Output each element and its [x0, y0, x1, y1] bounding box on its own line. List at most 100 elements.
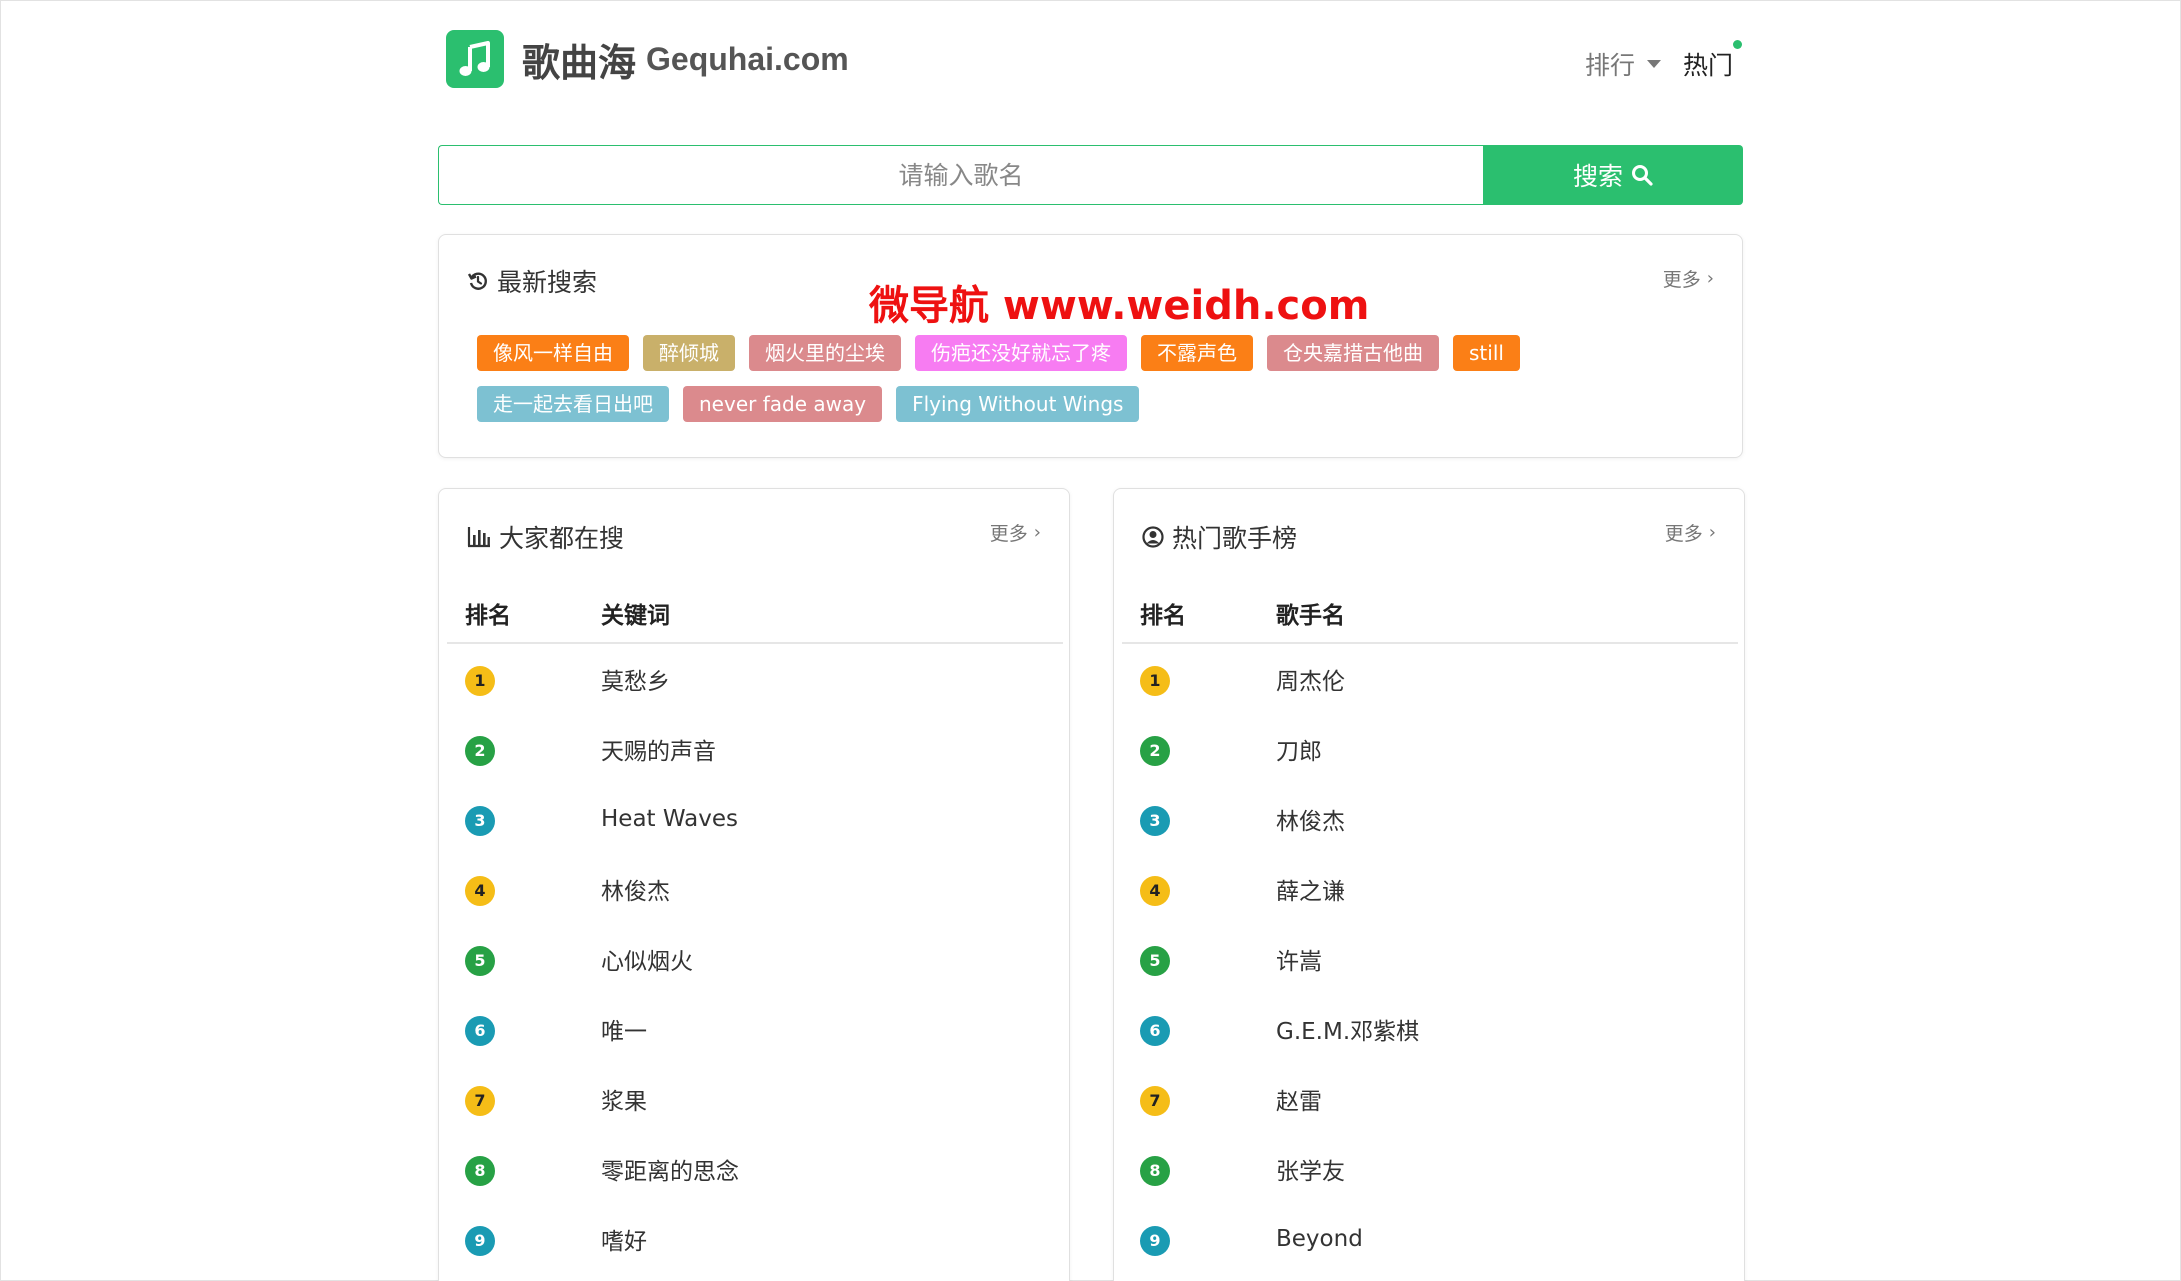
rank-cell: 1: [1122, 662, 1276, 696]
recent-search-tag[interactable]: 仓央嘉措古他曲: [1267, 335, 1439, 371]
singers-more-label: 更多: [1664, 523, 1703, 545]
recent-search-tag[interactable]: 走一起去看日出吧: [477, 386, 669, 422]
table-row: 9 Beyond: [1122, 1204, 1738, 1274]
table-row: 7 浆果: [447, 1064, 1063, 1134]
recent-tag-list: 像风一样自由 醉倾城 烟火里的尘埃 伤疤还没好就忘了疼 不露声色 仓央嘉措古他曲 still…: [477, 335, 1707, 437]
recent-search-tag[interactable]: still: [1453, 335, 1520, 371]
table-row: 9 嗜好: [447, 1204, 1063, 1274]
recent-more-link[interactable]: 更多 ›: [1663, 265, 1714, 292]
table-row: 8 零距离的思念: [447, 1134, 1063, 1204]
recent-search-card: 最新搜索 更多 › 微导航 www.weidh.com 像风一样自由 醉倾城 烟火里…: [438, 234, 1743, 458]
search-input[interactable]: [438, 145, 1483, 205]
table-row: 3 林俊杰: [1122, 784, 1738, 854]
keyword-link[interactable]: Heat Waves: [601, 806, 1063, 832]
rank-badge: 4: [1140, 876, 1170, 906]
caret-down-icon: [1646, 60, 1661, 68]
singer-link[interactable]: G.E.M.邓紫棋: [1276, 1012, 1738, 1046]
column-header-rank: 排名: [465, 603, 511, 629]
rank-badge: 8: [1140, 1156, 1170, 1186]
popular-search-header: 大家都在搜: [467, 519, 624, 555]
watermark-text: 微导航 www.weidh.com: [869, 283, 1370, 329]
rank-cell: 2: [447, 732, 601, 766]
keyword-link[interactable]: 唯一: [601, 1012, 1063, 1046]
site-logo[interactable]: 歌曲海 Gequhai.com: [446, 30, 849, 88]
nav-hot-label: 热门: [1682, 51, 1733, 80]
popular-more-label: 更多: [989, 523, 1028, 545]
rank-cell: 5: [447, 942, 601, 976]
rank-badge: 6: [465, 1016, 495, 1046]
rank-cell: 9: [447, 1222, 601, 1256]
rank-cell: 3: [1122, 802, 1276, 836]
singer-link[interactable]: 林俊杰: [1276, 802, 1738, 836]
recent-search-tag[interactable]: 醉倾城: [643, 335, 735, 371]
hot-singers-card: 热门歌手榜 更多 › 排名 歌手名 1 周杰伦 2 刀郎 3 林俊杰 4 薛之谦 5 许嵩 6 G.E…: [1113, 488, 1745, 1281]
history-icon: [467, 272, 487, 290]
column-header-singer: 歌手名: [1276, 603, 1345, 629]
popular-more-link[interactable]: 更多 ›: [990, 519, 1041, 546]
rank-badge: 1: [465, 666, 495, 696]
keyword-link[interactable]: 林俊杰: [601, 872, 1063, 906]
rank-cell: 9: [1122, 1222, 1276, 1256]
singer-link[interactable]: 刀郎: [1276, 732, 1738, 766]
table-row: 4 薛之谦: [1122, 854, 1738, 924]
table-row: 7 赵雷: [1122, 1064, 1738, 1134]
hot-singers-header: 热门歌手榜: [1142, 519, 1297, 555]
hot-singers-table: 排名 歌手名 1 周杰伦 2 刀郎 3 林俊杰 4 薛之谦 5 许嵩 6 G.E.M.邓紫棋 7 赵雷 8 张…: [1122, 584, 1738, 1274]
table-row: 5 许嵩: [1122, 924, 1738, 994]
rank-cell: 6: [1122, 1012, 1276, 1046]
rank-badge: 2: [1140, 736, 1170, 766]
search-bar: 搜索: [438, 145, 1743, 205]
singer-link[interactable]: 薛之谦: [1276, 872, 1738, 906]
logo-chinese-name: 歌曲海: [522, 40, 637, 85]
table-row: 2 刀郎: [1122, 714, 1738, 784]
bar-chart-icon: [467, 527, 490, 548]
rank-cell: 7: [1122, 1082, 1276, 1116]
site-header: 歌曲海 Gequhai.com 排行 热门: [438, 28, 1743, 88]
table-row: 1 莫愁乡: [447, 644, 1063, 714]
table-row: 3 Heat Waves: [447, 784, 1063, 854]
search-button[interactable]: 搜索: [1483, 145, 1743, 205]
search-button-label: 搜索: [1572, 162, 1623, 191]
search-icon: [1632, 165, 1653, 186]
notification-dot-icon: [1733, 40, 1742, 49]
keyword-link[interactable]: 天赐的声音: [601, 732, 1063, 766]
logo-domain: Gequhai.com: [646, 40, 849, 77]
rank-badge: 1: [1140, 666, 1170, 696]
column-header-keyword: 关键词: [601, 603, 670, 629]
keyword-link[interactable]: 莫愁乡: [601, 662, 1063, 696]
rank-cell: 8: [447, 1152, 601, 1186]
keyword-link[interactable]: 零距离的思念: [601, 1152, 1063, 1186]
rank-cell: 1: [447, 662, 601, 696]
chevron-right-icon: ›: [1033, 522, 1041, 543]
recent-search-tag[interactable]: 伤疤还没好就忘了疼: [915, 335, 1127, 371]
recent-search-tag[interactable]: never fade away: [683, 386, 883, 422]
singer-link[interactable]: 赵雷: [1276, 1082, 1738, 1116]
table-row: 4 林俊杰: [447, 854, 1063, 924]
recent-search-tag[interactable]: 不露声色: [1141, 335, 1253, 371]
rank-cell: 4: [1122, 872, 1276, 906]
recent-more-label: 更多: [1662, 269, 1701, 291]
rank-badge: 3: [465, 806, 495, 836]
singer-link[interactable]: 张学友: [1276, 1152, 1738, 1186]
nav-rank-dropdown[interactable]: 排行: [1585, 46, 1661, 82]
keyword-link[interactable]: 嗜好: [601, 1222, 1063, 1256]
recent-search-tag[interactable]: Flying Without Wings: [896, 386, 1140, 422]
top-nav: 排行 热门: [1585, 40, 1742, 82]
table-row: 1 周杰伦: [1122, 644, 1738, 714]
keyword-link[interactable]: 浆果: [601, 1082, 1063, 1116]
recent-search-tag[interactable]: 像风一样自由: [477, 335, 629, 371]
rank-cell: 7: [447, 1082, 601, 1116]
recent-search-tag[interactable]: 烟火里的尘埃: [749, 335, 901, 371]
singers-more-link[interactable]: 更多 ›: [1665, 519, 1716, 546]
table-row: 6 G.E.M.邓紫棋: [1122, 994, 1738, 1064]
singer-link[interactable]: 周杰伦: [1276, 662, 1738, 696]
singer-link[interactable]: Beyond: [1276, 1226, 1738, 1252]
singer-link[interactable]: 许嵩: [1276, 942, 1738, 976]
rank-badge: 4: [465, 876, 495, 906]
keyword-link[interactable]: 心似烟火: [601, 942, 1063, 976]
table-row: 2 天赐的声音: [447, 714, 1063, 784]
user-circle-icon: [1142, 526, 1164, 548]
rank-badge: 2: [465, 736, 495, 766]
rank-cell: 3: [447, 802, 601, 836]
nav-hot-link[interactable]: 热门: [1682, 40, 1742, 82]
